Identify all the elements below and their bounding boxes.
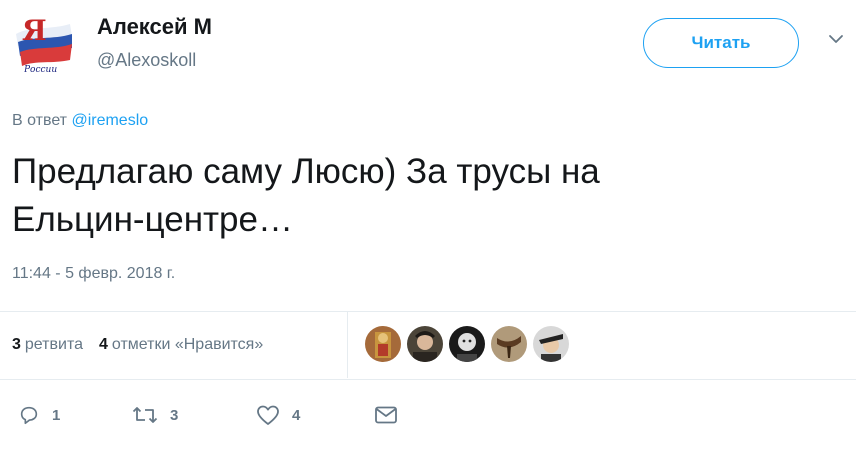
reply-context: В ответ @iremeslo <box>12 112 148 130</box>
liker-avatar-icon <box>533 326 569 362</box>
liker-avatar-icon <box>449 326 485 362</box>
tweet-timestamp[interactable]: 11:44 - 5 февр. 2018 г. <box>12 265 175 283</box>
liker-avatar[interactable] <box>491 326 527 362</box>
envelope-icon <box>375 406 397 424</box>
reply-prefix: В ответ <box>12 112 72 129</box>
retweet-icon <box>132 407 158 423</box>
liker-avatar-icon <box>407 326 443 362</box>
reply-icon <box>20 406 38 425</box>
likers-avatars <box>365 326 569 362</box>
more-menu-button[interactable] <box>828 32 844 46</box>
retweets-stat-count: 3 <box>12 336 21 353</box>
chevron-down-icon <box>829 35 843 43</box>
like-count: 4 <box>292 406 301 424</box>
user-handle[interactable]: @Alexoskoll <box>97 50 196 71</box>
liker-avatar[interactable] <box>365 326 401 362</box>
reply-button[interactable]: 1 <box>18 404 60 426</box>
svg-text:России: России <box>23 65 57 75</box>
reply-count: 1 <box>52 406 61 424</box>
retweets-stat[interactable]: 3 ретвита <box>12 336 83 354</box>
retweets-stat-label: ретвита <box>24 336 83 353</box>
follow-button[interactable]: Читать <box>643 18 799 68</box>
liker-avatar-icon <box>365 326 401 362</box>
divider <box>0 379 856 380</box>
tweet-text: Предлагаю саму Люсю) За трусы на Ельцин-… <box>12 152 600 239</box>
avatar[interactable]: Я России <box>10 10 78 78</box>
retweet-button[interactable]: 3 <box>132 404 178 426</box>
likes-stat-label: отметки «Нравится» <box>111 336 264 353</box>
stats-separator <box>347 312 348 378</box>
liker-avatar-icon <box>491 326 527 362</box>
reply-mention-link[interactable]: @iremeslo <box>71 112 148 129</box>
svg-text:Я: Я <box>22 14 47 47</box>
tweet-stats: 3 ретвита 4 отметки «Нравится» <box>12 336 263 354</box>
like-button[interactable]: 4 <box>256 404 300 426</box>
liker-avatar[interactable] <box>533 326 569 362</box>
likes-stat-count: 4 <box>98 336 108 353</box>
liker-avatar[interactable] <box>449 326 485 362</box>
likes-stat[interactable]: 4 отметки «Нравится» <box>99 336 263 354</box>
retweet-count: 3 <box>170 406 179 424</box>
liker-avatar[interactable] <box>407 326 443 362</box>
display-name[interactable]: Алексей М <box>97 14 212 40</box>
russia-flag-logo-icon: Я России <box>16 14 72 75</box>
heart-icon <box>257 405 279 425</box>
divider <box>0 311 856 312</box>
direct-message-button[interactable] <box>374 404 398 426</box>
